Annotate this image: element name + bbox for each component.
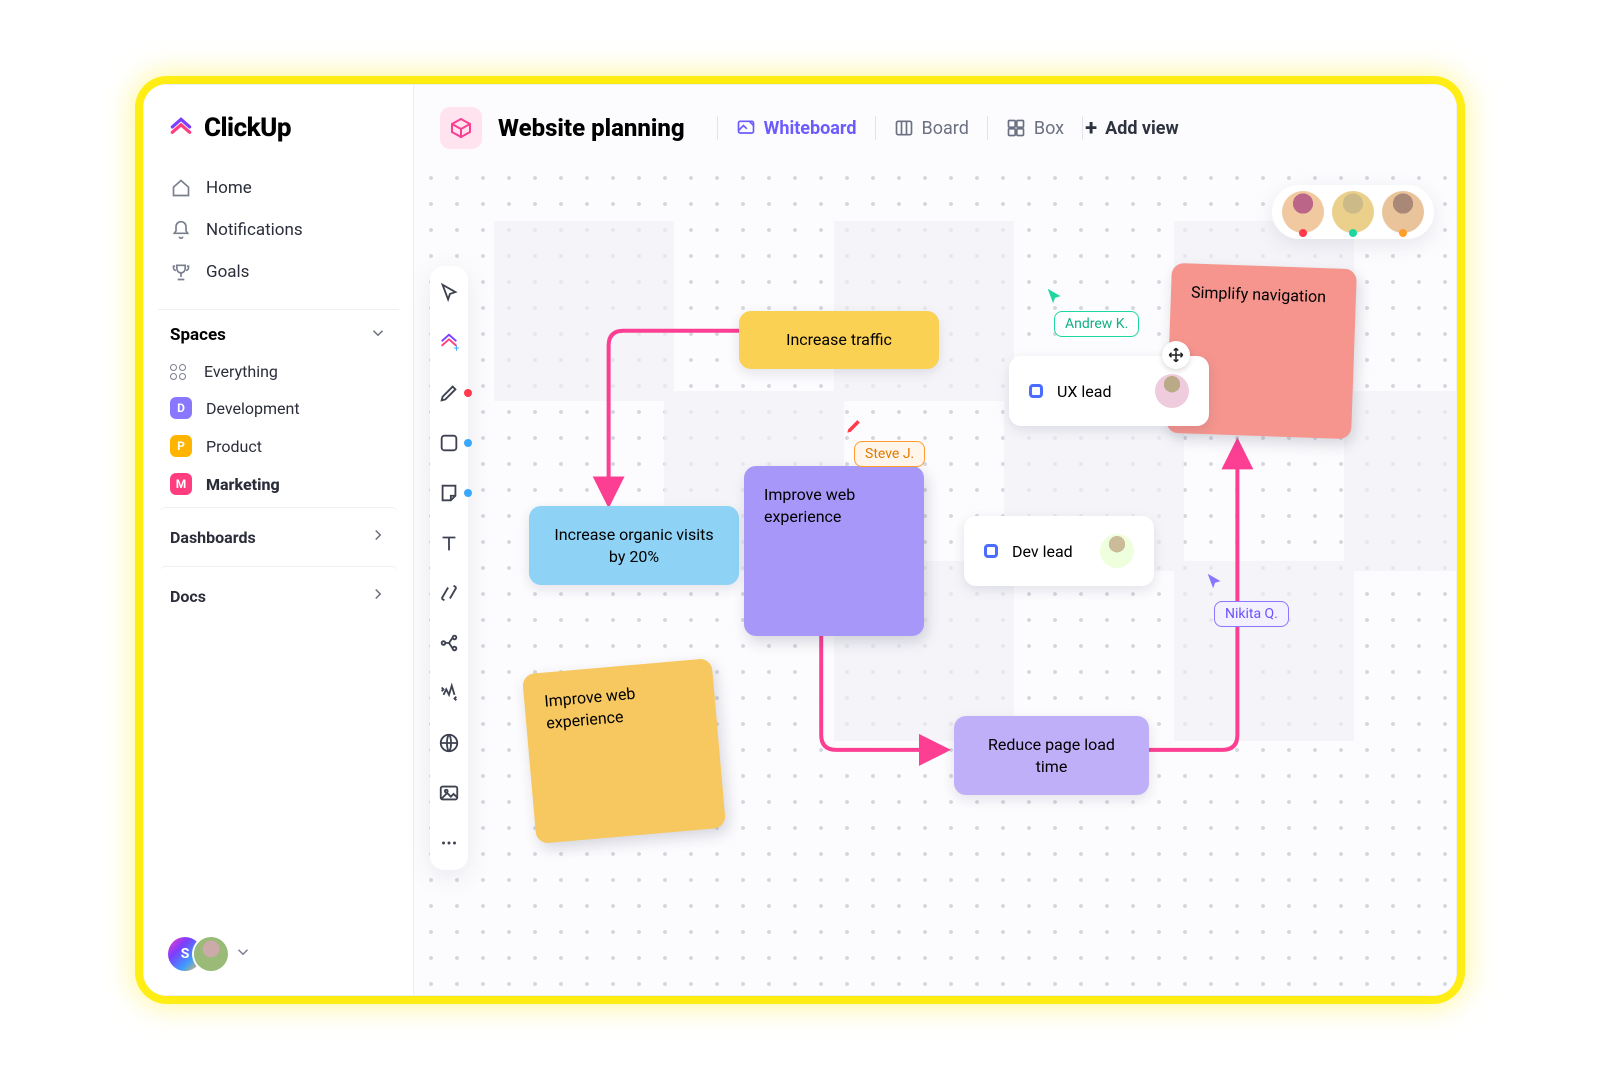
tool-text[interactable]	[436, 530, 462, 556]
space-letter-badge: M	[170, 473, 192, 495]
tab-label: Whiteboard	[764, 118, 857, 139]
section-docs[interactable]: Docs	[158, 566, 399, 625]
space-label: Marketing	[206, 475, 280, 494]
whiteboard-canvas[interactable]: .avatars .a:nth-child(1)::after{backgrou…	[414, 171, 1456, 995]
note-increase-traffic[interactable]: Increase traffic	[739, 311, 939, 369]
tab-label: Board	[922, 118, 969, 139]
space-product[interactable]: P Product	[158, 427, 399, 465]
task-status-icon	[1029, 384, 1043, 398]
add-view-button[interactable]: + Add view	[1085, 116, 1179, 141]
user-cursor-tag-steve: Steve J.	[854, 441, 925, 467]
space-label: Development	[206, 399, 300, 418]
list-title: Website planning	[498, 114, 685, 142]
space-label: Everything	[204, 362, 278, 381]
tool-image[interactable]	[436, 780, 462, 806]
space-letter-badge: P	[170, 435, 192, 457]
tool-pointer[interactable]	[436, 280, 462, 306]
section-label: Dashboards	[170, 528, 256, 547]
tool-ai[interactable]	[436, 680, 462, 706]
section-dashboards[interactable]: Dashboards	[158, 507, 399, 566]
brand-logo[interactable]: ClickUp	[158, 113, 399, 169]
collaborator-avatars[interactable]: .avatars .a:nth-child(1)::after{backgrou…	[1272, 185, 1434, 239]
note-improve-web-1[interactable]: Improve web experience	[744, 466, 924, 636]
avatar-icon	[1382, 191, 1424, 233]
svg-text:+: +	[454, 343, 460, 354]
box-grid-icon	[1006, 118, 1026, 138]
view-header: Website planning Whiteboard Board Box	[414, 85, 1456, 171]
tab-box[interactable]: Box	[990, 112, 1080, 145]
note-improve-web-2[interactable]: Improve web experience	[522, 658, 726, 844]
tool-pen[interactable]	[436, 380, 462, 406]
user-avatar-icon	[194, 937, 228, 971]
tool-mindmap[interactable]	[436, 630, 462, 656]
note-increase-organic[interactable]: Increase organic visits by 20%	[529, 506, 739, 585]
spaces-title: Spaces	[170, 325, 226, 345]
view-tabs: Whiteboard Board Box + Add view	[715, 112, 1179, 145]
tool-more[interactable]	[436, 830, 462, 856]
tool-sticky[interactable]	[436, 480, 462, 506]
tab-whiteboard[interactable]: Whiteboard	[720, 112, 873, 145]
note-text: Improve web experience	[764, 485, 855, 526]
chevron-down-icon	[234, 943, 252, 965]
clickup-logo-icon	[168, 115, 194, 141]
note-text: Improve web experience	[544, 684, 637, 732]
board-icon	[894, 118, 914, 138]
list-cube-icon[interactable]	[440, 107, 482, 149]
section-label: Docs	[170, 587, 206, 606]
user-cursor-tag-andrew: Andrew K.	[1054, 311, 1139, 337]
space-label: Product	[206, 437, 262, 456]
trophy-icon	[170, 261, 192, 283]
cursor-icon	[1044, 286, 1066, 308]
tool-shape[interactable]	[436, 430, 462, 456]
sidebar: ClickUp Home Notifications Goals Spaces …	[144, 85, 414, 995]
chevron-right-icon	[369, 585, 387, 607]
account-switcher[interactable]: S	[158, 927, 399, 981]
space-marketing[interactable]: M Marketing	[158, 465, 399, 503]
brand-name: ClickUp	[204, 113, 291, 143]
tool-connector[interactable]	[436, 580, 462, 606]
space-development[interactable]: D Development	[158, 389, 399, 427]
tab-board[interactable]: Board	[878, 112, 985, 145]
task-label: Dev lead	[1012, 542, 1073, 561]
whiteboard-icon	[736, 118, 756, 138]
nav-label: Home	[206, 178, 252, 198]
note-text: Simplify navigation	[1191, 283, 1327, 307]
chevron-down-icon	[369, 324, 387, 346]
app-window: ClickUp Home Notifications Goals Spaces …	[143, 84, 1457, 996]
space-everything[interactable]: Everything	[158, 354, 399, 389]
note-text: Increase organic visits by 20%	[554, 525, 713, 566]
avatar-icon	[1332, 191, 1374, 233]
task-label: UX lead	[1057, 382, 1111, 401]
everything-grid-icon	[170, 364, 190, 380]
bell-icon	[170, 219, 192, 241]
plus-icon: +	[1085, 116, 1097, 141]
tool-web[interactable]	[436, 730, 462, 756]
add-view-label: Add view	[1105, 118, 1179, 139]
cursor-icon	[1204, 571, 1226, 593]
tool-clickup-shapes[interactable]: +	[436, 330, 462, 356]
assignee-avatar-icon	[1155, 374, 1189, 408]
nav-label: Notifications	[206, 220, 303, 240]
space-letter-badge: D	[170, 397, 192, 419]
note-reduce-load[interactable]: Reduce page load time	[954, 716, 1149, 795]
task-card-dev-lead[interactable]: Dev lead	[964, 516, 1154, 586]
spaces-heading[interactable]: Spaces	[158, 309, 399, 354]
tab-label: Box	[1034, 118, 1064, 139]
chevron-right-icon	[369, 526, 387, 548]
assignee-avatar-icon	[1100, 534, 1134, 568]
avatar-icon	[1282, 191, 1324, 233]
nav-goals[interactable]: Goals	[158, 253, 399, 291]
nav-label: Goals	[206, 262, 249, 282]
note-text: Reduce page load time	[988, 735, 1115, 776]
note-text: Increase traffic	[786, 330, 892, 349]
task-status-icon	[984, 544, 998, 558]
home-icon	[170, 177, 192, 199]
user-cursor-tag-nikita: Nikita Q.	[1214, 601, 1289, 627]
pen-cursor-icon	[844, 416, 864, 440]
nav-notifications[interactable]: Notifications	[158, 211, 399, 249]
move-handle-icon[interactable]	[1162, 341, 1190, 369]
whiteboard-toolbar: +	[430, 266, 468, 870]
nav-home[interactable]: Home	[158, 169, 399, 207]
main-area: Website planning Whiteboard Board Box	[414, 85, 1456, 995]
